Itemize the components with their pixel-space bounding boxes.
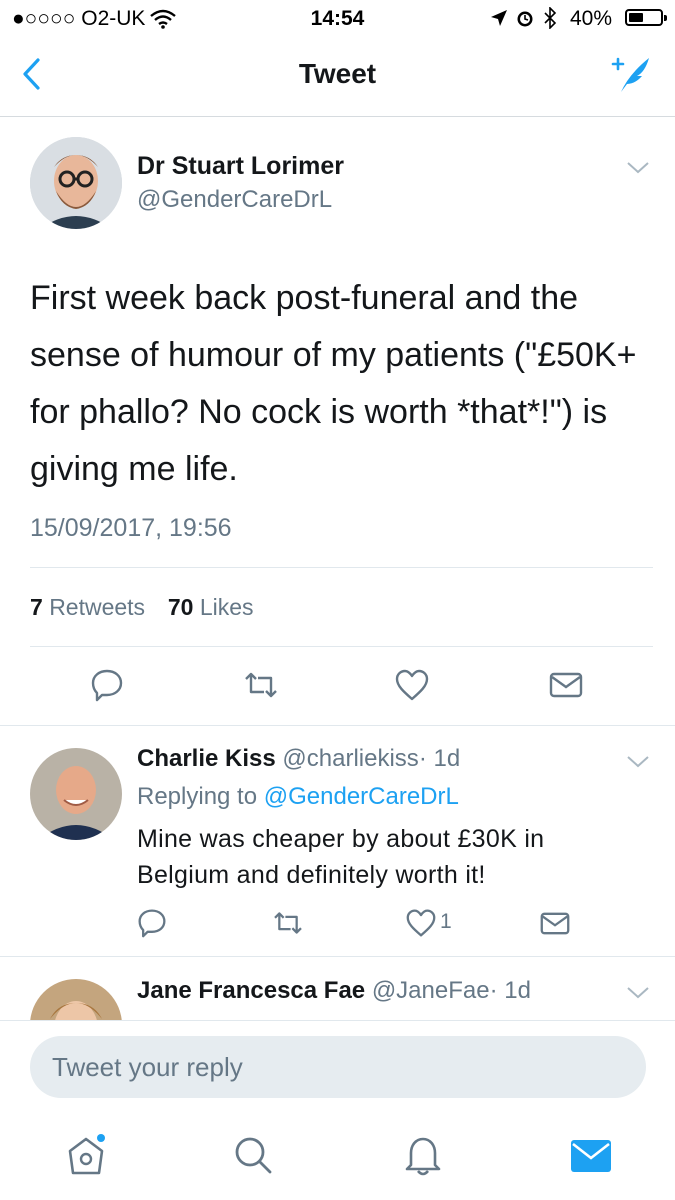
chevron-down-icon[interactable] [626, 985, 650, 1001]
reply-input-container[interactable] [30, 1036, 646, 1098]
battery-percent: 40% [570, 7, 613, 30]
home-icon[interactable] [64, 1133, 108, 1177]
like-count: 70 [167, 594, 194, 620]
heart-icon[interactable] [394, 668, 430, 702]
author-handle[interactable]: @GenderCareDrL [137, 186, 332, 214]
reply-avatar[interactable] [30, 748, 122, 840]
list-item[interactable]: Jane Francesca Fae @JaneFae· 1d [0, 957, 675, 1020]
retweet-icon[interactable] [271, 910, 305, 936]
reply-age: · 1d [489, 977, 531, 1004]
reply-author-handle[interactable]: @charliekiss [282, 745, 418, 772]
reply-like-count: 1 [440, 910, 452, 933]
alarm-icon [515, 8, 535, 28]
status-bar: ●○○○○ O2-UK 14:54 40% [0, 0, 675, 36]
reply-author-name[interactable]: Charlie Kiss [137, 745, 276, 772]
search-icon[interactable] [233, 1135, 273, 1175]
retweet-count: 7 [30, 594, 43, 620]
navigation-bar: Tweet [0, 36, 675, 117]
reply-text: Mine was cheaper by about £30K in Belgiu… [137, 825, 545, 889]
likes-label[interactable]: Likes [200, 594, 254, 620]
reply-icon[interactable] [137, 908, 167, 938]
tweet-timestamp: 15/09/2017, 19:56 [30, 514, 232, 542]
divider [0, 1020, 675, 1021]
bluetooth-icon [543, 7, 557, 29]
replying-to-label: Replying to [137, 783, 258, 810]
location-arrow-icon [490, 9, 508, 27]
chevron-down-icon[interactable] [626, 160, 650, 176]
engagement-counts: 7 Retweets 70 Likes [30, 594, 254, 621]
notifications-bell-icon[interactable] [403, 1133, 443, 1177]
author-name[interactable]: Dr Stuart Lorimer [137, 152, 344, 181]
retweets-label[interactable]: Retweets [49, 594, 145, 620]
reply-header: Charlie Kiss @charliekiss· 1d [137, 745, 460, 773]
tweet-text: First week back post-funeral and the sen… [30, 279, 637, 488]
replying-to: Replying to @GenderCareDrL [137, 783, 459, 811]
direct-message-icon[interactable] [540, 911, 570, 936]
page-title: Tweet [298, 58, 377, 89]
divider [30, 567, 653, 568]
retweet-icon[interactable] [242, 670, 280, 700]
replying-to-link[interactable]: @GenderCareDrL [264, 783, 459, 810]
reply-avatar[interactable] [30, 979, 122, 1020]
reply-icon[interactable] [90, 668, 124, 702]
reply-age: · 1d [418, 745, 461, 772]
reply-author-name[interactable]: Jane Francesca Fae [137, 977, 365, 1004]
reply-header: Jane Francesca Fae @JaneFae· 1d [137, 977, 531, 1005]
chevron-down-icon[interactable] [626, 754, 650, 770]
heart-icon[interactable] [405, 908, 437, 938]
author-avatar[interactable] [30, 137, 122, 229]
tab-bar [0, 1115, 675, 1200]
messages-icon[interactable] [570, 1139, 612, 1173]
compose-tweet-icon[interactable] [609, 54, 653, 94]
divider [30, 646, 653, 647]
direct-message-icon[interactable] [549, 671, 583, 699]
reply-input[interactable] [30, 1036, 612, 1098]
reply-author-handle[interactable]: @JaneFae [372, 977, 490, 1004]
divider [0, 725, 675, 726]
battery-icon [625, 9, 667, 26]
